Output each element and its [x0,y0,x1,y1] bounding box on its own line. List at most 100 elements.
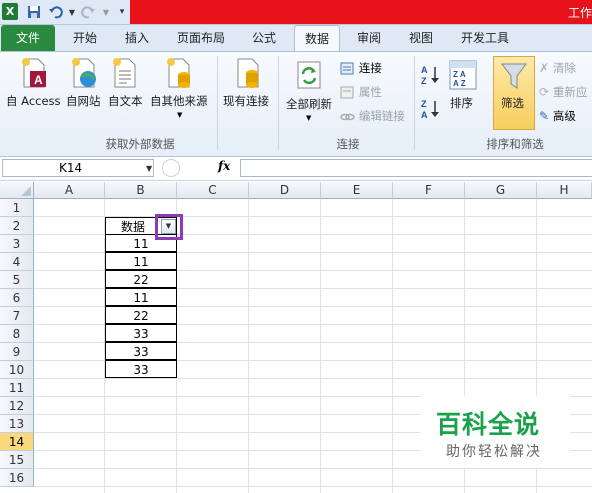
dropdown-arrow-icon: ▼ [306,114,312,122]
advanced-filter-button[interactable]: ✎ 高级 [539,108,576,126]
tab-home[interactable]: 开始 [64,25,106,51]
svg-text:Z: Z [421,76,427,86]
data-cell-b9[interactable]: 33 [105,342,177,360]
row-header-16[interactable]: 16 [0,469,34,487]
tab-file[interactable]: 文件 [1,25,55,51]
from-text-button[interactable]: 自文本 [107,55,147,115]
svg-text:A Z: A Z [453,79,466,88]
row-header-2[interactable]: 2 [0,217,34,235]
redo-icon[interactable] [80,4,96,20]
data-cell-b5[interactable]: 22 [105,270,177,288]
select-all-corner[interactable] [0,182,34,199]
existing-connections-button[interactable]: 现有连接 [222,55,274,115]
gridline-row [34,378,592,379]
tab-view[interactable]: 视图 [400,25,442,51]
existing-connections-icon [237,58,259,88]
row-header-4[interactable]: 4 [0,253,34,271]
row-header-15[interactable]: 15 [0,451,34,469]
data-cell-b8[interactable]: 33 [105,324,177,342]
column-header-d[interactable]: D [249,182,321,199]
edit-links-button[interactable]: 编辑链接 [340,108,405,126]
tab-developer[interactable]: 开发工具 [452,25,518,51]
watermark-title: 百科全说 [436,410,541,439]
column-header-h[interactable]: H [537,182,592,199]
name-box[interactable]: K14 [2,159,154,177]
formula-input[interactable] [240,159,592,177]
insert-function-icon[interactable]: fx [218,159,230,173]
group-separator [217,56,218,150]
reapply-icon: ⟳ [539,85,550,99]
from-text-label: 自文本 [108,94,143,108]
svg-text:Z A: Z A [453,70,466,79]
tab-data[interactable]: 数据 [294,25,340,51]
row-header-8[interactable]: 8 [0,325,34,343]
link-icon [340,113,355,121]
clear-filter-button[interactable]: ✗ 清除 [539,60,576,78]
connections-label: 连接 [358,61,382,75]
customize-icon[interactable]: ▾ [114,4,130,20]
select-all-icon [21,186,31,196]
from-other-sources-button[interactable]: 自其他来源 ▼ [149,55,213,127]
tab-review[interactable]: 审阅 [348,25,390,51]
column-header-e[interactable]: E [321,182,393,199]
from-web-button[interactable]: 自网站 [66,55,106,115]
tab-page-layout[interactable]: 页面布局 [170,25,232,51]
row-header-12[interactable]: 12 [0,397,34,415]
row-header-13[interactable]: 13 [0,415,34,433]
column-header-c[interactable]: C [177,182,249,199]
web-icon [72,58,96,88]
row-header-6[interactable]: 6 [0,289,34,307]
reapply-button[interactable]: ⟳ 重新应 [539,84,587,102]
other-sources-icon [167,58,190,88]
formula-bar-resize-handle[interactable] [162,159,180,177]
gridline-row [34,486,592,487]
advanced-label: 高级 [552,109,576,123]
column-header-f[interactable]: F [393,182,465,199]
properties-button[interactable]: 属性 [340,84,382,102]
data-cell-b6[interactable]: 11 [105,288,177,306]
name-box-dropdown-icon[interactable]: ▼ [146,164,152,173]
tab-insert[interactable]: 插入 [116,25,158,51]
gridline-row [34,468,592,469]
redo-dropdown-icon[interactable]: ▼ [98,4,114,20]
filter-button[interactable]: 筛选 [493,56,535,130]
edit-links-label: 编辑链接 [358,109,405,123]
svg-text:A: A [34,73,43,87]
filter-label: 筛选 [501,96,524,110]
connections-button[interactable]: 连接 [340,60,382,78]
row-header-9[interactable]: 9 [0,343,34,361]
sort-descending-button[interactable]: ZA [420,98,440,123]
refresh-all-button[interactable]: 全部刷新 ▼ [284,58,336,128]
data-cell-b4[interactable]: 11 [105,252,177,270]
row-header-5[interactable]: 5 [0,271,34,289]
row-header-14[interactable]: 14 [0,433,34,451]
clear-label: 清除 [552,61,576,75]
reapply-label: 重新应 [552,85,588,99]
tab-formulas[interactable]: 公式 [243,25,285,51]
gridline-column [392,199,393,493]
data-cell-b10[interactable]: 33 [105,360,177,378]
row-header-7[interactable]: 7 [0,307,34,325]
header-cell-text: 数据 [120,220,145,234]
data-cell-b7[interactable]: 22 [105,306,177,324]
from-access-button[interactable]: A 自 Access [4,55,64,115]
svg-text:A: A [421,110,428,120]
properties-label: 属性 [358,85,382,99]
sort-za-icon: ZA [421,99,439,120]
column-header-a[interactable]: A [34,182,105,199]
save-icon[interactable] [26,4,42,20]
title-banner [130,0,592,24]
excel-logo-icon[interactable]: X [2,3,18,20]
sort-button[interactable]: Z AA Z 排序 [446,58,480,114]
row-header-3[interactable]: 3 [0,235,34,253]
autofilter-dropdown-button[interactable]: ▼ [161,219,176,234]
undo-icon[interactable] [48,4,64,20]
row-header-10[interactable]: 10 [0,361,34,379]
sort-az-icon: AZ [421,65,439,86]
undo-dropdown-icon[interactable]: ▼ [64,4,80,20]
row-header-11[interactable]: 11 [0,379,34,397]
column-header-g[interactable]: G [465,182,537,199]
sort-ascending-button[interactable]: AZ [420,64,440,89]
column-header-b[interactable]: B [105,182,177,199]
row-header-1[interactable]: 1 [0,199,34,217]
